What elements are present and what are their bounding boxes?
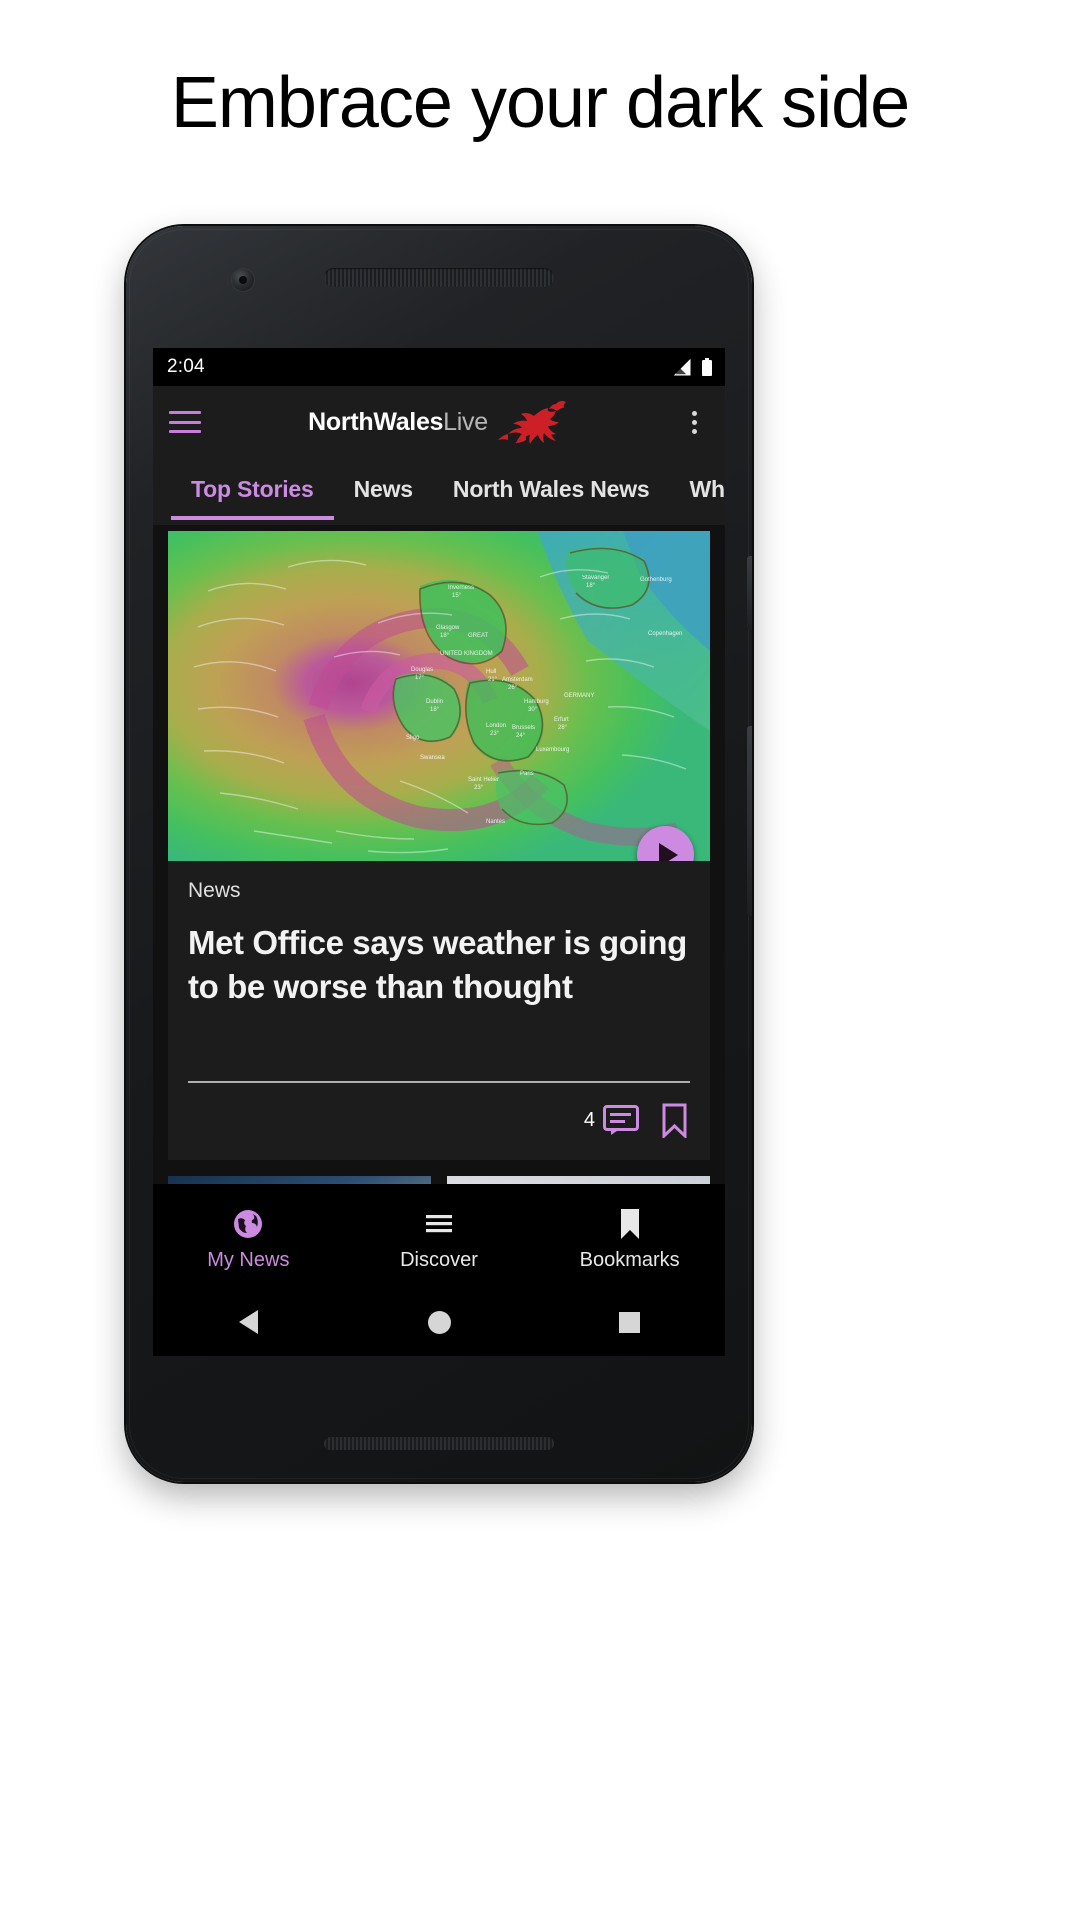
brand-name-secondary: Live bbox=[443, 407, 488, 436]
svg-text:Glasgow: Glasgow bbox=[436, 625, 460, 631]
tab-label: What's On bbox=[689, 475, 725, 502]
nav-item-discover[interactable]: Discover bbox=[344, 1208, 535, 1272]
globe-icon bbox=[234, 1210, 263, 1238]
tab-label: Top Stories bbox=[191, 475, 314, 502]
list-icon bbox=[426, 1215, 452, 1233]
article-card[interactable]: Inverness 15° Glasgow 18° Douglas 17° Dubli… bbox=[168, 531, 710, 1160]
svg-text:Erfurt: Erfurt bbox=[554, 717, 569, 723]
svg-text:18°: 18° bbox=[440, 633, 450, 639]
signal-icon bbox=[673, 358, 692, 376]
page-title: Embrace your dark side bbox=[170, 63, 910, 143]
tab-north-wales-news[interactable]: North Wales News bbox=[433, 458, 670, 520]
svg-text:17°: 17° bbox=[415, 675, 425, 681]
status-bar-clock: 2:04 bbox=[167, 356, 205, 377]
svg-text:26°: 26° bbox=[508, 685, 518, 691]
phone-screen: 2:04 NorthWalesLive Top Stories News Nor… bbox=[153, 348, 725, 1356]
tab-label: North Wales News bbox=[452, 475, 650, 502]
battery-icon bbox=[701, 357, 713, 377]
bottom-navigation-bar: My News Discover Bookmarks bbox=[153, 1184, 725, 1288]
nav-label: My News bbox=[207, 1249, 290, 1271]
brand-name-primary: NorthWales bbox=[308, 407, 444, 436]
svg-text:15°: 15° bbox=[452, 593, 462, 599]
svg-text:Nantes: Nantes bbox=[486, 819, 505, 825]
svg-text:London: London bbox=[486, 723, 506, 729]
svg-text:Inverness: Inverness bbox=[448, 585, 474, 591]
svg-text:Saint Helier: Saint Helier bbox=[468, 777, 499, 783]
svg-text:Swansea: Swansea bbox=[420, 755, 445, 761]
triangle-back-icon bbox=[238, 1310, 258, 1334]
power-button[interactable] bbox=[747, 556, 752, 630]
article-media[interactable]: Inverness 15° Glasgow 18° Douglas 17° Dubli… bbox=[168, 531, 710, 861]
article-category-label: News bbox=[188, 879, 241, 902]
comment-icon bbox=[603, 1105, 639, 1136]
status-bar-icons bbox=[673, 357, 713, 377]
svg-text:Hull: Hull bbox=[486, 669, 496, 675]
svg-text:UNITED KINGDOM: UNITED KINGDOM bbox=[440, 651, 493, 657]
svg-text:Copenhagen: Copenhagen bbox=[648, 631, 682, 637]
article-body: News Met Office says weather is going to… bbox=[168, 861, 710, 1009]
svg-text:21°: 21° bbox=[488, 677, 498, 683]
square-recents-icon bbox=[619, 1311, 641, 1333]
hamburger-menu-icon[interactable] bbox=[169, 409, 201, 435]
tab-whats-on[interactable]: What's On bbox=[670, 458, 725, 520]
svg-text:23°: 23° bbox=[490, 731, 500, 737]
svg-text:Hamburg: Hamburg bbox=[524, 699, 549, 705]
svg-text:Sligo: Sligo bbox=[406, 735, 420, 741]
svg-text:Douglas: Douglas bbox=[411, 667, 433, 673]
svg-text:Amsterdam: Amsterdam bbox=[502, 677, 533, 683]
category-tab-bar[interactable]: Top Stories News North Wales News What's… bbox=[153, 458, 725, 525]
svg-text:Luxembourg: Luxembourg bbox=[536, 747, 569, 753]
svg-text:Dublin: Dublin bbox=[426, 699, 443, 705]
svg-text:Gothenburg: Gothenburg bbox=[640, 577, 672, 583]
comment-count: 4 bbox=[583, 1108, 595, 1131]
circle-home-icon bbox=[427, 1310, 451, 1334]
svg-text:Paris: Paris bbox=[520, 771, 534, 777]
app-header: NorthWalesLive bbox=[153, 386, 725, 458]
svg-text:24°: 24° bbox=[516, 733, 526, 739]
svg-text:18°: 18° bbox=[430, 707, 440, 713]
system-recents-button[interactable] bbox=[534, 1311, 725, 1333]
svg-text:18°: 18° bbox=[586, 583, 596, 589]
phone-device-frame: 2:04 NorthWalesLive Top Stories News Nor… bbox=[126, 226, 752, 1482]
front-camera-icon bbox=[232, 269, 254, 291]
card-divider bbox=[188, 1080, 690, 1083]
svg-text:GERMANY: GERMANY bbox=[564, 693, 594, 699]
bookmark-icon bbox=[620, 1209, 639, 1239]
bottom-speaker bbox=[324, 1437, 554, 1450]
weather-map-image: Inverness 15° Glasgow 18° Douglas 17° Dubli… bbox=[168, 531, 710, 861]
article-actions: 4 bbox=[168, 1083, 710, 1160]
svg-text:GREAT: GREAT bbox=[468, 633, 489, 639]
status-bar: 2:04 bbox=[153, 348, 725, 386]
android-system-nav bbox=[153, 1288, 725, 1356]
article-headline[interactable]: Met Office says weather is going to be w… bbox=[188, 921, 690, 1009]
nav-label: Discover bbox=[400, 1249, 478, 1271]
tab-news[interactable]: News bbox=[334, 458, 433, 520]
comment-button[interactable]: 4 bbox=[584, 1104, 639, 1136]
nav-label: Bookmarks bbox=[579, 1249, 680, 1271]
earpiece-speaker bbox=[324, 268, 554, 287]
system-back-button[interactable] bbox=[153, 1310, 344, 1334]
svg-text:30°: 30° bbox=[528, 707, 538, 713]
svg-text:28°: 28° bbox=[558, 725, 568, 731]
brand-logo: NorthWalesLive bbox=[153, 386, 725, 458]
volume-button[interactable] bbox=[747, 726, 752, 916]
tab-top-stories[interactable]: Top Stories bbox=[171, 458, 334, 520]
nav-item-my-news[interactable]: My News bbox=[153, 1208, 344, 1272]
svg-text:23°: 23° bbox=[474, 785, 484, 791]
bookmark-icon[interactable] bbox=[661, 1103, 688, 1138]
brand-wordmark: NorthWalesLive bbox=[308, 408, 488, 437]
welsh-dragon-icon bbox=[497, 400, 566, 444]
system-home-button[interactable] bbox=[344, 1310, 535, 1334]
article-feed: Inverness 15° Glasgow 18° Douglas 17° Dubli… bbox=[153, 525, 725, 1285]
nav-item-bookmarks[interactable]: Bookmarks bbox=[534, 1208, 725, 1272]
tab-label: News bbox=[353, 475, 413, 502]
svg-text:Brussels: Brussels bbox=[512, 725, 535, 731]
svg-text:Stavanger: Stavanger bbox=[582, 575, 609, 581]
kebab-menu-icon[interactable] bbox=[679, 407, 709, 437]
